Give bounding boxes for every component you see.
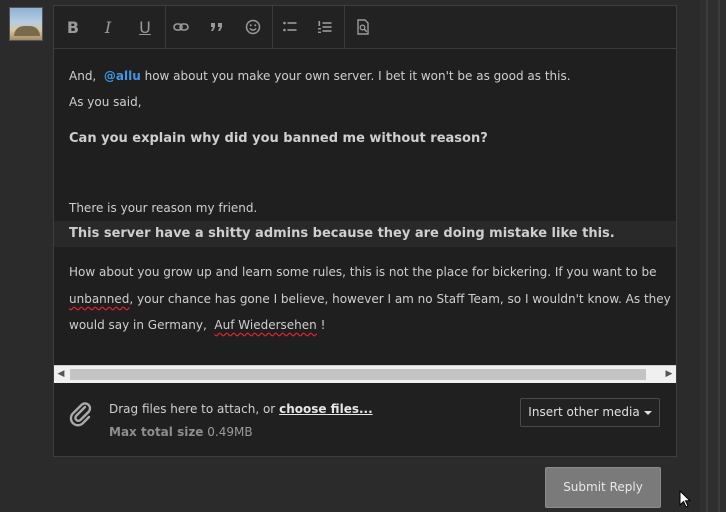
toolbar-divider [272, 6, 273, 48]
quoted-statement: This server have a shitty admins because… [69, 226, 615, 241]
quote-icon [211, 23, 222, 31]
insert-media-button[interactable]: Insert other media [520, 398, 660, 427]
text-line1: how about you make your own server. I be… [144, 69, 571, 83]
smilie-button[interactable] [238, 12, 268, 42]
user-mention[interactable]: @allu [104, 69, 141, 83]
content-line: would say in Germany, Auf Wiedersehen ! [69, 318, 325, 332]
link-button[interactable] [166, 12, 196, 42]
misspelled-word: unbanned [69, 292, 130, 306]
drag-files-label: Drag files here to attach, or [109, 402, 276, 416]
misspelled-word: Auf Wiedersehen [214, 318, 317, 332]
text-line7: , your chance has gone I believe, howeve… [129, 292, 671, 306]
italic-button[interactable]: I [93, 12, 123, 42]
text-and: And, [69, 69, 97, 83]
link-icon [173, 23, 189, 31]
reply-editor: B I U And, @allu how about you make your… [53, 5, 677, 457]
numbered-list-icon [318, 21, 332, 33]
mouse-cursor-icon [679, 490, 691, 508]
attachment-area[interactable]: Drag files here to attach, or choose fil… [54, 384, 676, 456]
preview-icon [357, 19, 369, 35]
bullet-list-button[interactable] [275, 12, 305, 42]
smile-icon [245, 19, 261, 35]
editor-content[interactable]: And, @allu how about you make your own s… [54, 49, 676, 365]
max-size-info: Max total size 0.49MB [109, 425, 253, 439]
content-line: How about you grow up and learn some rul… [69, 265, 657, 279]
caret-down-icon [643, 410, 652, 415]
paperclip-icon [69, 402, 92, 427]
scrollbar-thumb[interactable] [70, 369, 646, 380]
choose-files-link[interactable]: choose files... [279, 402, 373, 416]
numbered-list-button[interactable] [310, 12, 340, 42]
quoted-question: Can you explain why did you banned me wi… [69, 131, 488, 146]
submit-reply-button[interactable]: Submit Reply [545, 467, 661, 508]
bold-button[interactable]: B [58, 12, 88, 42]
page-scrollbar[interactable] [700, 0, 726, 512]
toolbar-divider [344, 6, 345, 48]
scroll-right-arrow-icon[interactable]: ▶ [662, 366, 676, 383]
max-size-label: Max total size [109, 425, 204, 439]
max-size-value: 0.49MB [207, 425, 253, 439]
insert-media-label: Insert other media [528, 405, 640, 419]
content-line: And, @allu how about you make your own s… [69, 69, 571, 83]
drag-files-text: Drag files here to attach, or choose fil… [109, 402, 373, 416]
underline-button[interactable]: U [130, 12, 160, 42]
bullet-list-icon [283, 21, 297, 32]
quote-button[interactable] [202, 12, 232, 42]
scroll-left-arrow-icon[interactable]: ◀ [54, 366, 68, 383]
content-line: As you said, [69, 95, 142, 109]
avatar-image [14, 26, 40, 36]
content-line: unbanned, your chance has gone I believe… [69, 292, 671, 306]
avatar[interactable] [9, 7, 43, 41]
text-exclaim: ! [320, 318, 326, 332]
editor-toolbar: B I U [54, 6, 676, 49]
text-line8: would say in Germany, [69, 318, 207, 332]
horizontal-scrollbar[interactable]: ◀ ▶ [54, 365, 676, 383]
content-line: There is your reason my friend. [69, 201, 258, 215]
preview-button[interactable] [348, 12, 378, 42]
